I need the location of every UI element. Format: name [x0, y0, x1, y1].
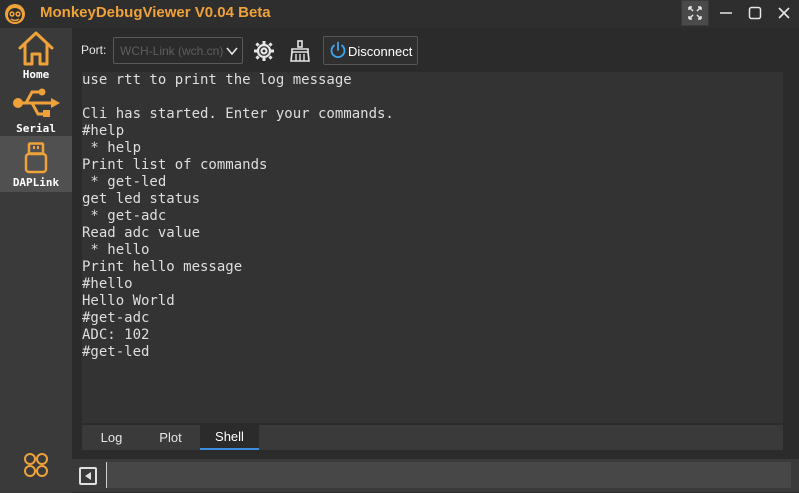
command-bar — [72, 459, 799, 492]
disconnect-label: Disconnect — [348, 44, 413, 59]
command-input-field[interactable] — [107, 462, 791, 488]
tab-plot[interactable]: Plot — [141, 425, 200, 450]
disconnect-button[interactable]: Disconnect — [323, 36, 418, 65]
console-line: #help — [82, 123, 125, 139]
minimize-button[interactable] — [712, 0, 740, 26]
command-input[interactable] — [106, 462, 791, 488]
close-icon — [778, 7, 790, 19]
console-line: #get-led — [82, 344, 150, 360]
console-line: Print list of commands — [82, 157, 268, 173]
console-line: get led status — [82, 191, 201, 207]
sidebar-item-label: Serial — [16, 122, 56, 135]
sidebar-item-serial[interactable]: Serial — [0, 86, 72, 138]
minimize-icon — [720, 12, 732, 14]
sidebar: Home Serial DAPLink — [0, 28, 72, 493]
usb-drive-icon — [12, 142, 60, 180]
console-line: * hello — [82, 242, 150, 258]
console-line: Cli has started. Enter your commands. — [82, 106, 394, 122]
expand-icon — [688, 6, 702, 20]
chevron-down-icon — [226, 47, 238, 56]
console-line: Hello World — [82, 293, 175, 309]
fullscreen-button[interactable] — [681, 0, 709, 26]
toolbar: Port: WCH-Link (wch.cn) Disconnect — [72, 28, 799, 72]
console-line: * help — [82, 140, 142, 156]
broom-icon — [290, 39, 310, 62]
tab-shell[interactable]: Shell — [200, 425, 259, 450]
gear-icon — [254, 40, 274, 61]
usb-icon — [12, 86, 60, 124]
sidebar-item-label: Home — [22, 68, 50, 81]
settings-button[interactable] — [250, 37, 278, 64]
caret-left-icon — [85, 472, 91, 480]
back-button[interactable] — [79, 467, 97, 485]
console-line: #get-adc — [82, 310, 150, 326]
sidebar-item-home[interactable]: Home — [0, 28, 72, 81]
console-line: Read adc value — [82, 225, 201, 241]
main-panel: Port: WCH-Link (wch.cn) Disconnect use r… — [72, 28, 799, 493]
title-bar: MonkeyDebugViewer V0.04 Beta — [0, 0, 799, 28]
console-line: #hello — [82, 276, 133, 292]
maximize-icon — [748, 6, 762, 20]
app-title: MonkeyDebugViewer V0.04 Beta — [40, 4, 271, 21]
console-line: * get-adc — [82, 208, 167, 224]
port-select-value: WCH-Link (wch.cn) — [120, 44, 224, 58]
console-line: ADC: 102 — [82, 327, 150, 343]
tab-log[interactable]: Log — [82, 425, 141, 450]
console-output[interactable]: use rtt to print the log message Cli has … — [82, 72, 783, 423]
console-line: use rtt to print the log message — [82, 72, 352, 88]
power-icon — [330, 41, 346, 59]
home-icon — [12, 28, 60, 66]
sidebar-item-label: DAPLink — [12, 176, 60, 189]
maximize-button[interactable] — [741, 0, 769, 26]
console-lines: use rtt to print the log message Cli has … — [82, 72, 394, 361]
console-line: * get-led — [82, 174, 167, 190]
sidebar-item-daplink[interactable]: DAPLink — [0, 136, 72, 192]
apps-icon[interactable] — [22, 451, 50, 479]
close-button[interactable] — [770, 0, 798, 26]
clear-button[interactable] — [286, 37, 314, 64]
tab-bar: Log Plot Shell — [82, 425, 783, 450]
port-select[interactable]: WCH-Link (wch.cn) — [113, 37, 243, 64]
monkey-logo-icon — [3, 2, 27, 26]
console-line: Print hello message — [82, 259, 243, 275]
port-label: Port: — [81, 43, 107, 57]
